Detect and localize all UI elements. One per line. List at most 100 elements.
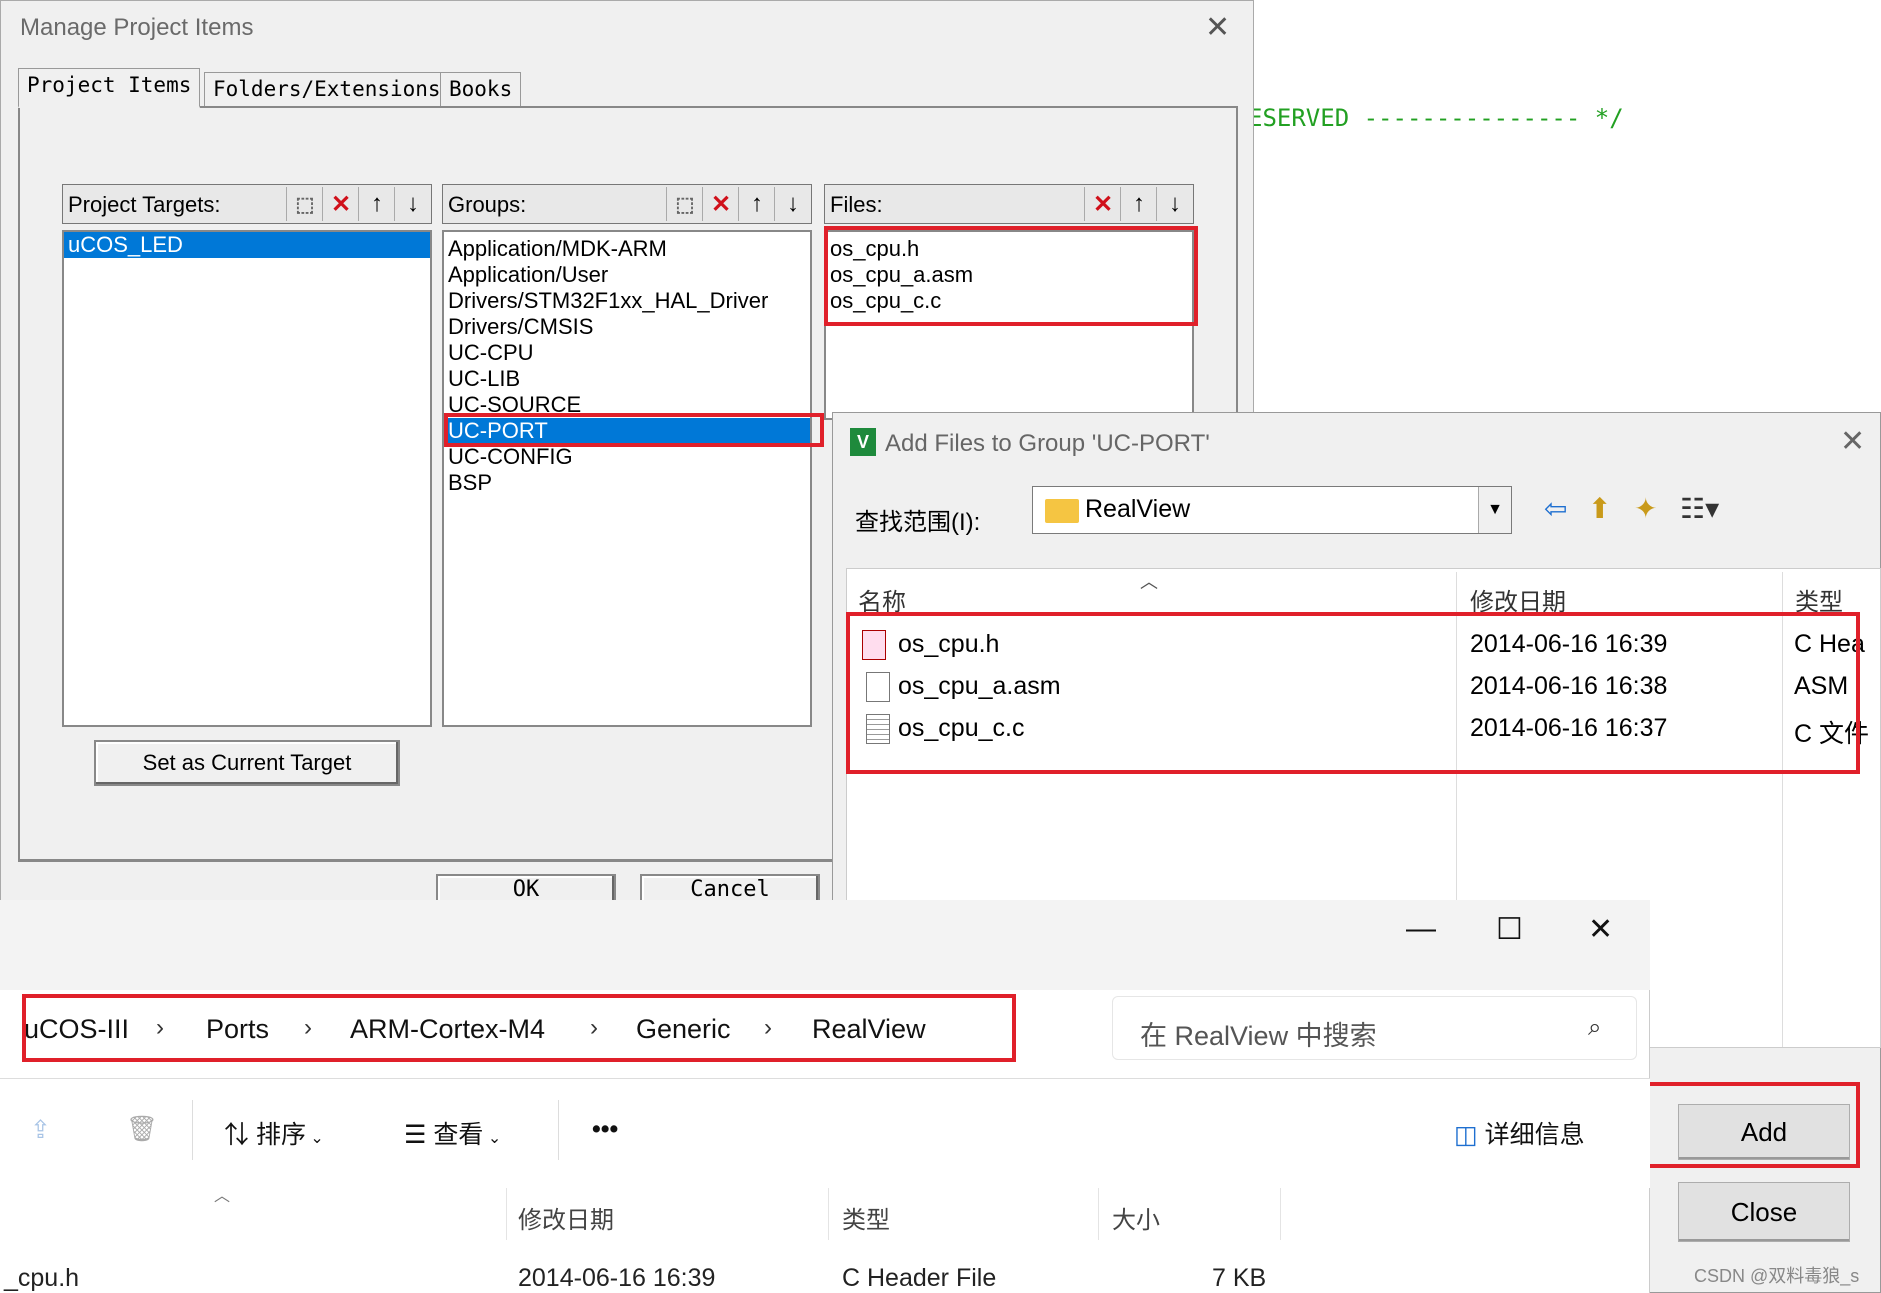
file-name[interactable]: os_cpu.h (898, 630, 999, 659)
delete-icon[interactable]: ✕ (702, 187, 739, 221)
text-file-icon (866, 714, 890, 744)
list-item[interactable]: os_cpu_c.c (826, 288, 1192, 314)
groups-label: Groups: (448, 192, 527, 217)
breadcrumb-item[interactable]: RealView (812, 1014, 926, 1045)
toolbar-divider (558, 1100, 559, 1160)
move-up-icon[interactable]: ↑ (738, 187, 775, 221)
sort-button[interactable]: ⇅ 排序 ⌄ (224, 1115, 324, 1151)
chevron-down-icon: ⌄ (483, 1130, 502, 1147)
close-icon[interactable]: ✕ (1205, 10, 1230, 45)
dialog-title: Add Files to Group 'UC-PORT' (885, 430, 1210, 457)
look-in-select[interactable]: RealView ▼ (1032, 486, 1512, 534)
targets-list[interactable]: uCOS_LED (62, 230, 432, 727)
list-item[interactable]: UC-CONFIG (444, 444, 810, 470)
new-item-icon[interactable]: ⬚ (286, 187, 323, 221)
delete-icon[interactable]: ✕ (1084, 187, 1121, 221)
list-item[interactable]: os_cpu_a.asm (826, 262, 1192, 288)
close-button[interactable]: Close (1678, 1182, 1850, 1242)
column-header-name[interactable]: 名称 (858, 582, 906, 617)
targets-label: Project Targets: (68, 192, 221, 217)
view-menu-icon[interactable]: ☷▾ (1680, 492, 1719, 525)
search-icon[interactable]: ⌕ (1588, 1014, 1601, 1042)
groups-header: Groups: ⬚ ✕ ↑ ↓ (442, 184, 812, 224)
breadcrumb-item[interactable]: ARM-Cortex-M4 (350, 1014, 545, 1045)
sort-icon: ⇅ (224, 1121, 256, 1149)
breadcrumb-item[interactable]: Ports (206, 1014, 269, 1045)
files-list[interactable]: os_cpu.h os_cpu_a.asm os_cpu_c.c (824, 230, 1194, 420)
files-label: Files: (830, 192, 883, 217)
more-options-button[interactable]: ••• (592, 1115, 618, 1144)
move-up-icon[interactable]: ↑ (358, 187, 395, 221)
look-in-label: 查找范围(I): (855, 509, 981, 536)
list-item[interactable]: UC-SOURCE (444, 392, 810, 418)
column-divider (1782, 572, 1783, 1047)
file-date: 2014-06-16 16:37 (1470, 714, 1668, 742)
tab-folders-extensions[interactable]: Folders/Extensions (204, 72, 450, 108)
view-button[interactable]: ☰ 查看 ⌄ (404, 1115, 501, 1151)
breadcrumb-item[interactable]: uCOS-III (24, 1014, 129, 1045)
header-file-icon (862, 630, 886, 660)
file-type: C Header File (842, 1264, 997, 1292)
column-header-type[interactable]: 类型 (842, 1200, 890, 1235)
breadcrumb-item[interactable]: Generic (636, 1014, 731, 1045)
up-folder-icon[interactable]: ⬆ (1588, 492, 1611, 525)
list-item[interactable]: Drivers/STM32F1xx_HAL_Driver (444, 288, 810, 314)
file-icon (866, 672, 890, 702)
close-icon[interactable]: ✕ (1840, 424, 1865, 459)
new-folder-icon[interactable]: ✦ (1634, 492, 1657, 525)
chevron-right-icon[interactable]: › (156, 1014, 164, 1042)
tab-project-items[interactable]: Project Items (18, 68, 201, 108)
groups-list[interactable]: Application/MDK-ARM Application/User Dri… (442, 230, 812, 727)
list-item[interactable]: Drivers/CMSIS (444, 314, 810, 340)
list-item[interactable]: Application/MDK-ARM (444, 236, 810, 262)
back-icon[interactable]: ⇦ (1544, 492, 1567, 525)
file-type: C 文件 (1794, 720, 1870, 748)
list-item[interactable]: UC-LIB (444, 366, 810, 392)
list-item[interactable]: BSP (444, 470, 810, 496)
column-divider (506, 1188, 507, 1240)
new-item-icon[interactable]: ⬚ (666, 187, 703, 221)
list-item[interactable]: Application/User (444, 262, 810, 288)
chevron-right-icon[interactable]: › (764, 1014, 772, 1042)
list-item[interactable]: os_cpu.h (826, 236, 1192, 262)
file-name[interactable]: os_cpu_a.asm (898, 672, 1061, 701)
chevron-right-icon[interactable]: › (304, 1014, 312, 1042)
chevron-down-icon: ⌄ (305, 1130, 324, 1147)
column-divider (828, 1188, 829, 1240)
details-label: 详细信息 (1484, 1121, 1585, 1149)
view-label: 查看 (433, 1121, 484, 1149)
file-type: ASM : (1794, 672, 1863, 700)
toolbar-divider (192, 1100, 193, 1160)
list-item[interactable]: UC-CPU (444, 340, 810, 366)
file-type: C Hea (1794, 630, 1865, 658)
tab-books[interactable]: Books (440, 72, 522, 108)
list-item[interactable]: uCOS_LED (64, 232, 430, 258)
dialog-title: Manage Project Items (20, 14, 254, 41)
column-header-date[interactable]: 修改日期 (1470, 582, 1566, 617)
column-header-type[interactable]: 类型 (1795, 582, 1843, 617)
delete-icon[interactable]: 🗑 (126, 1115, 158, 1144)
list-item-selected[interactable]: UC-PORT (444, 418, 810, 444)
maximize-icon[interactable]: ☐ (1496, 912, 1523, 947)
file-date: 2014-06-16 16:39 (1470, 630, 1668, 658)
details-pane-button[interactable]: ◫ 详细信息 (1454, 1115, 1585, 1151)
address-bar[interactable] (20, 996, 1092, 1060)
move-down-icon[interactable]: ↓ (1156, 187, 1193, 221)
sort-arrow-icon: ︿ (1140, 572, 1158, 592)
move-up-icon[interactable]: ↑ (1120, 187, 1157, 221)
file-name[interactable]: _cpu.h (4, 1264, 79, 1293)
chevron-down-icon[interactable]: ▼ (1478, 487, 1511, 533)
move-down-icon[interactable]: ↓ (774, 187, 811, 221)
share-icon[interactable]: ⇪ (30, 1115, 51, 1145)
minimize-icon[interactable]: — (1406, 912, 1436, 946)
file-name[interactable]: os_cpu_c.c (898, 714, 1024, 743)
add-button[interactable]: Add (1678, 1104, 1850, 1160)
code-comment-line: ESERVED --------------- */ (1248, 104, 1624, 132)
move-down-icon[interactable]: ↓ (394, 187, 431, 221)
column-header-size[interactable]: 大小 (1112, 1200, 1160, 1235)
column-header-date[interactable]: 修改日期 (518, 1200, 614, 1235)
set-current-target-button[interactable]: Set as Current Target (94, 740, 400, 786)
close-icon[interactable]: ✕ (1588, 912, 1613, 947)
delete-icon[interactable]: ✕ (322, 187, 359, 221)
chevron-right-icon[interactable]: › (590, 1014, 598, 1042)
